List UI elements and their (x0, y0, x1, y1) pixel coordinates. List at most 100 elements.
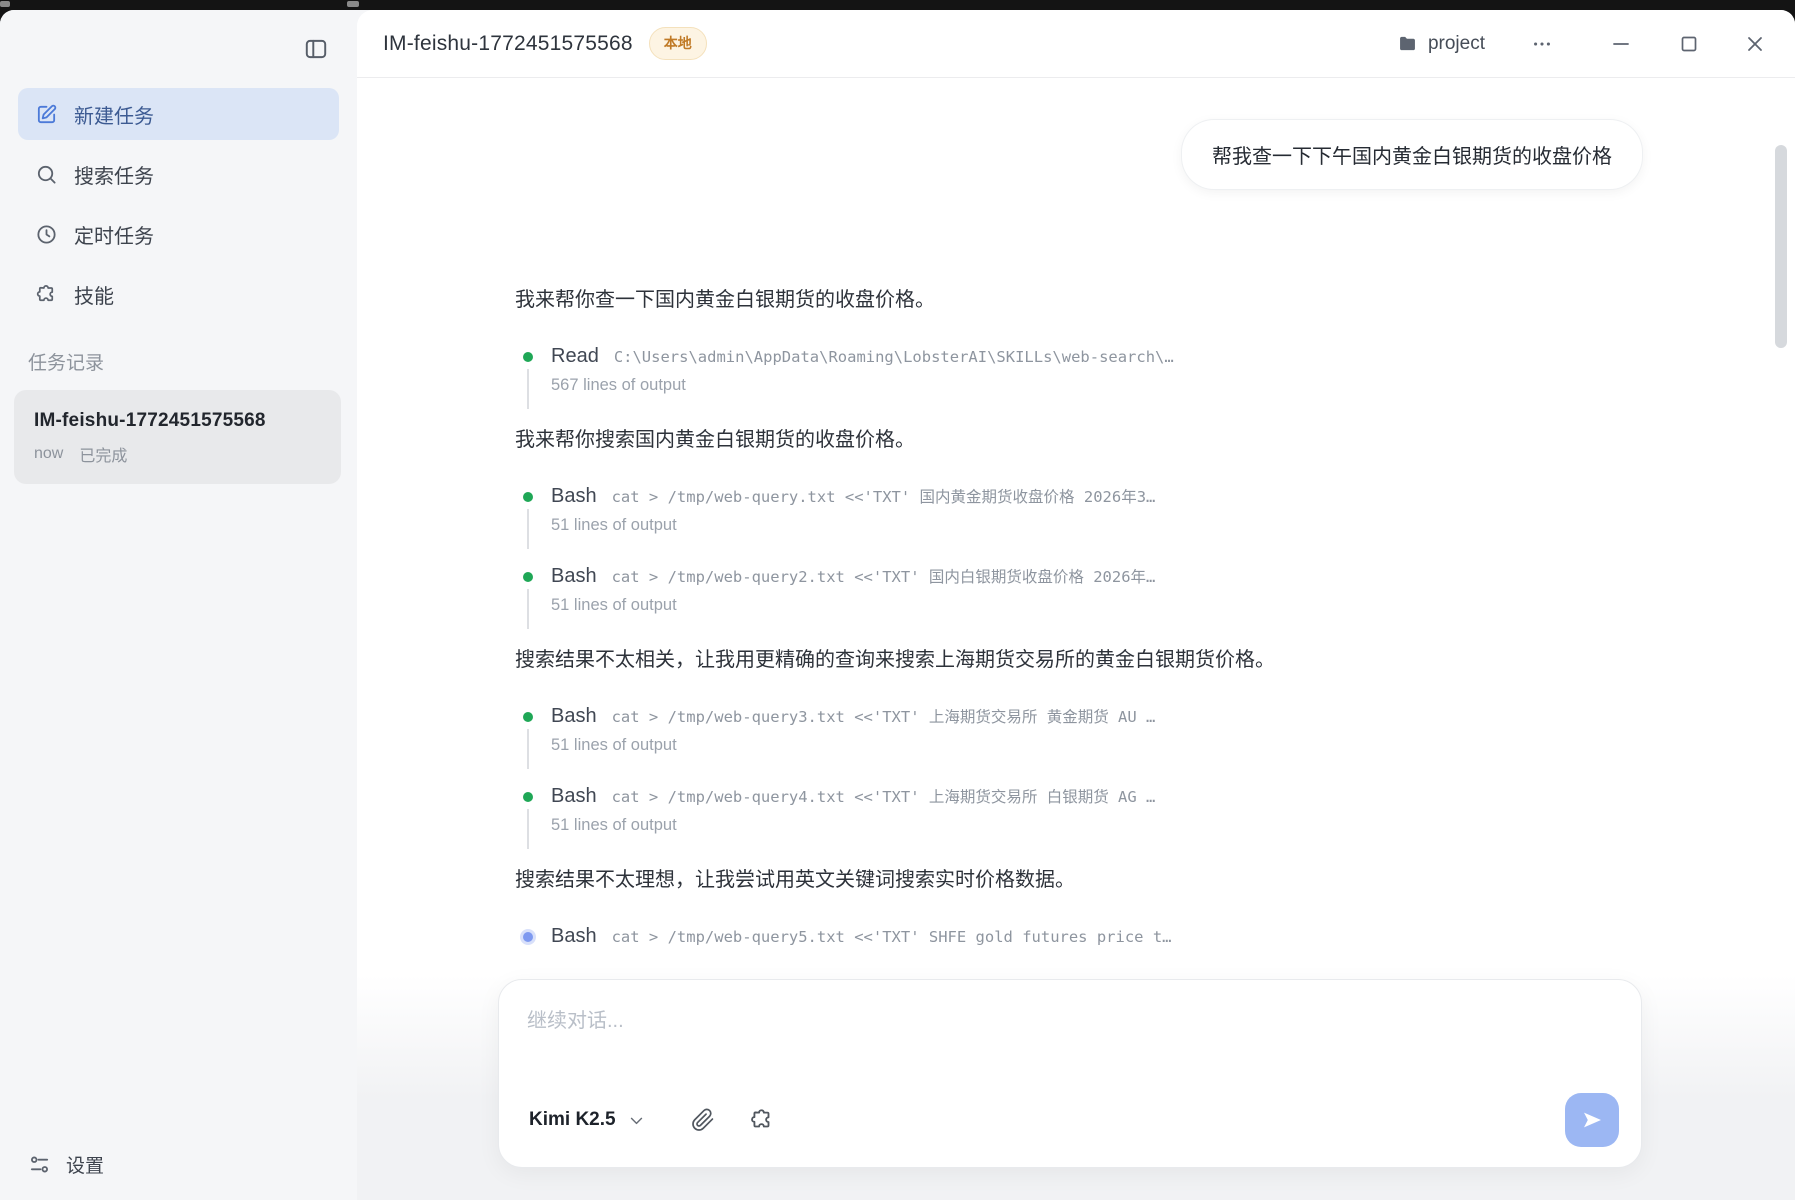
titlebar-actions: project (1397, 33, 1765, 55)
settings-label: 设置 (66, 1156, 105, 1177)
app-window: 新建任务 搜索任务 定时任务 技能 任务记录 IM-feishu-1772451… (0, 10, 1795, 1200)
composer: Kimi K2.5 (498, 979, 1642, 1168)
tool-connector-line (527, 369, 529, 409)
tool-name: Read (551, 345, 599, 367)
puzzle-icon (34, 282, 58, 306)
sidebar-item-label: 定时任务 (74, 225, 154, 248)
tool-call-head: Bash cat > /tmp/web-query5.txt <<'TXT' S… (523, 925, 1642, 948)
model-name: Kimi K2.5 (529, 1109, 616, 1130)
maximize-icon (1679, 34, 1699, 54)
tool-connector-line (527, 509, 529, 549)
maximize-button[interactable] (1679, 34, 1699, 54)
sidebar-item-new-task[interactable]: 新建任务 (18, 88, 339, 140)
message-input[interactable] (527, 1004, 1613, 1088)
tool-name: Bash (551, 785, 597, 807)
tool-status-dot (523, 711, 533, 722)
tool-name: Bash (551, 925, 597, 947)
tool-command: cat > /tmp/web-query4.txt <<'TXT' 上海期货交易… (611, 788, 1156, 806)
task-title: IM-feishu-1772451575568 (34, 410, 266, 431)
task-meta: now 已完成 (34, 442, 321, 466)
sidebar-item-label: 搜索任务 (74, 165, 154, 188)
puzzle-icon (749, 1107, 775, 1133)
assistant-text: 我来帮你查一下国内黄金白银期货的收盘价格。 (515, 289, 935, 311)
send-button[interactable] (1565, 1093, 1619, 1147)
chevron-down-icon (628, 1112, 645, 1129)
composer-toolbar: Kimi K2.5 (529, 1093, 1619, 1147)
tool-connector-line (527, 729, 529, 769)
tool-call-entry[interactable]: Bash cat > /tmp/web-query3.txt <<'TXT' 上… (515, 705, 1642, 769)
sidebar-collapse-button[interactable] (301, 34, 331, 64)
background-window-edge (0, 0, 1795, 10)
tool-command: cat > /tmp/web-query5.txt <<'TXT' SHFE g… (611, 928, 1172, 946)
tool-status-dot (523, 351, 533, 362)
tool-call-head: Bash cat > /tmp/web-query.txt <<'TXT' 国内… (523, 485, 1642, 508)
project-button[interactable]: project (1397, 33, 1485, 55)
user-message-bubble: 帮我查一下下午国内黄金白银期货的收盘价格 (1182, 120, 1642, 189)
assistant-message-stream: 我来帮你查一下国内黄金白银期货的收盘价格。 Read C:\Users\admi… (515, 285, 1642, 948)
tool-name: Bash (551, 565, 597, 587)
tool-call-entry[interactable]: Bash cat > /tmp/web-query5.txt <<'TXT' S… (515, 925, 1642, 948)
more-menu-button[interactable] (1531, 33, 1553, 55)
tool-command: cat > /tmp/web-query3.txt <<'TXT' 上海期货交易… (611, 708, 1156, 726)
assistant-text: 搜索结果不太相关，让我用更精确的查询来搜索上海期货交易所的黄金白银期货价格。 (515, 649, 1275, 671)
task-time: now (34, 445, 64, 462)
tool-status-dot (523, 791, 533, 802)
tool-call-head: Bash cat > /tmp/web-query2.txt <<'TXT' 国… (523, 565, 1642, 588)
local-badge: 本地 (648, 27, 707, 60)
sidebar-item-skills[interactable]: 技能 (18, 268, 339, 320)
tool-name: Bash (551, 485, 597, 507)
sidebar-item-label: 新建任务 (74, 105, 154, 128)
scrollbar-thumb[interactable] (1775, 145, 1787, 348)
sliders-icon (28, 1153, 51, 1176)
task-history-label: 任务记录 (28, 353, 105, 374)
tool-call-entry[interactable]: Bash cat > /tmp/web-query2.txt <<'TXT' 国… (515, 565, 1642, 629)
tool-connector-line (527, 589, 529, 629)
sidebar-item-settings[interactable]: 设置 (28, 1151, 104, 1178)
task-status-badge: 已完成 (79, 448, 128, 465)
tool-command: cat > /tmp/web-query2.txt <<'TXT' 国内白银期货… (611, 568, 1156, 586)
tool-call-head: Read C:\Users\admin\AppData\Roaming\Lobs… (523, 345, 1642, 368)
tool-name: Bash (551, 705, 597, 727)
close-button[interactable] (1745, 34, 1765, 54)
conversation-title: IM-feishu-1772451575568 (383, 31, 633, 55)
ellipsis-icon (1531, 33, 1553, 55)
tool-call-entry[interactable]: Bash cat > /tmp/web-query.txt <<'TXT' 国内… (515, 485, 1642, 549)
panel-left-icon (303, 36, 329, 62)
user-message-row: 帮我查一下下午国内黄金白银期货的收盘价格 (515, 120, 1642, 189)
tool-command: cat > /tmp/web-query.txt <<'TXT' 国内黄金期货收… (611, 488, 1156, 506)
close-icon (1745, 34, 1765, 54)
tool-output-summary: 567 lines of output (551, 376, 686, 394)
send-icon (1580, 1108, 1604, 1132)
minimize-icon (1611, 34, 1631, 54)
tool-output-summary: 51 lines of output (551, 596, 677, 614)
folder-icon (1397, 33, 1418, 54)
titlebar: IM-feishu-1772451575568 本地 project (357, 10, 1795, 78)
tool-call-entry[interactable]: Bash cat > /tmp/web-query4.txt <<'TXT' 上… (515, 785, 1642, 849)
sidebar-nav: 新建任务 搜索任务 定时任务 技能 (18, 88, 339, 328)
skills-button[interactable] (749, 1107, 775, 1133)
background-window-nub (347, 1, 359, 7)
tool-status-dot (523, 491, 533, 502)
tool-status-dot (523, 571, 533, 582)
project-label: project (1427, 32, 1485, 54)
assistant-text: 我来帮你搜索国内黄金白银期货的收盘价格。 (515, 429, 915, 451)
main-panel: IM-feishu-1772451575568 本地 project 帮我查一下… (357, 10, 1795, 1200)
sidebar-item-scheduled-task[interactable]: 定时任务 (18, 208, 339, 260)
background-window-nub (0, 1, 10, 7)
tool-call-head: Bash cat > /tmp/web-query4.txt <<'TXT' 上… (523, 785, 1642, 808)
minimize-button[interactable] (1611, 34, 1631, 54)
tool-call-entry[interactable]: Read C:\Users\admin\AppData\Roaming\Lobs… (515, 345, 1642, 409)
tool-output-summary: 51 lines of output (551, 816, 677, 834)
tool-output-summary: 51 lines of output (551, 516, 677, 534)
search-icon (34, 162, 58, 186)
tool-output-summary: 51 lines of output (551, 736, 677, 754)
paperclip-icon (691, 1108, 715, 1132)
model-selector[interactable]: Kimi K2.5 (529, 1109, 645, 1131)
assistant-text: 搜索结果不太理想，让我尝试用英文关键词搜索实时价格数据。 (515, 869, 1075, 891)
task-history-item[interactable]: IM-feishu-1772451575568 now 已完成 (14, 390, 341, 484)
sidebar-item-label: 技能 (74, 285, 114, 308)
sidebar-item-search-task[interactable]: 搜索任务 (18, 148, 339, 200)
attach-file-button[interactable] (691, 1108, 715, 1132)
tool-command: C:\Users\admin\AppData\Roaming\LobsterAI… (613, 348, 1174, 366)
tool-call-head: Bash cat > /tmp/web-query3.txt <<'TXT' 上… (523, 705, 1642, 728)
